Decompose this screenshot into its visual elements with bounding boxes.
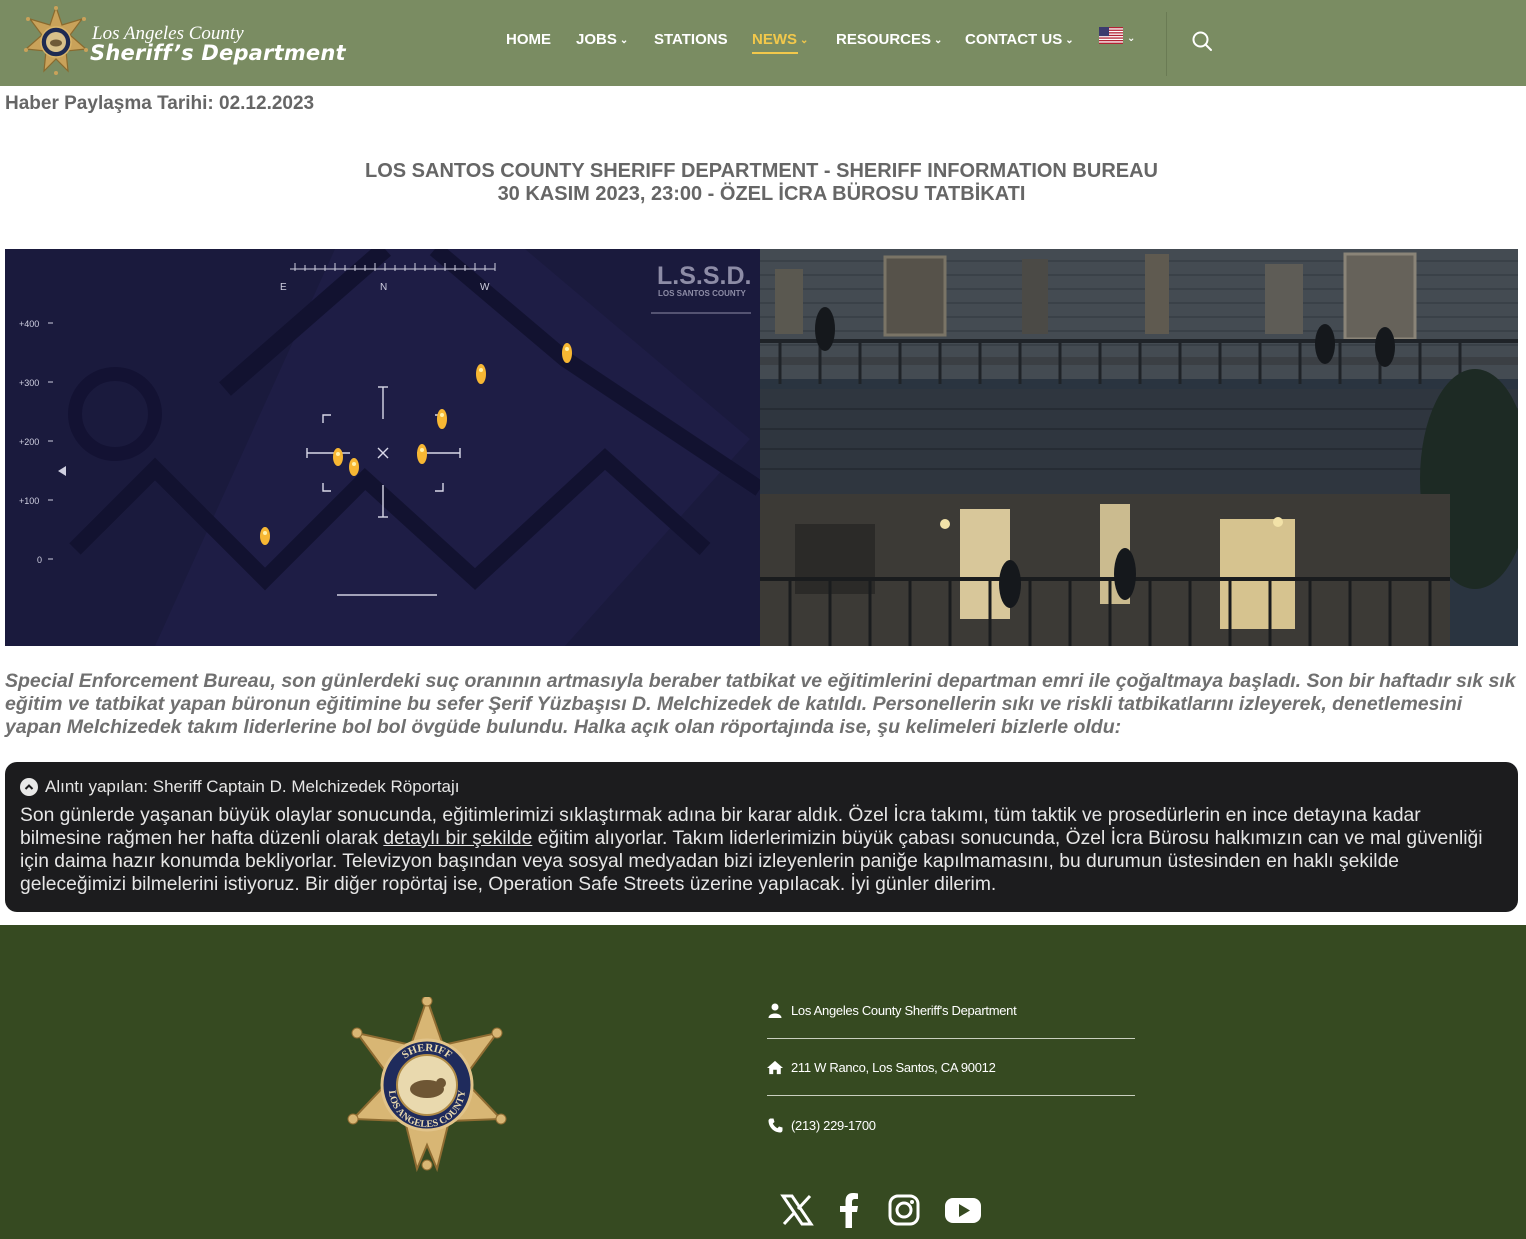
facebook-icon[interactable]: [836, 1192, 862, 1228]
nav-news[interactable]: NEWS ⌄: [752, 31, 809, 54]
nav-news-label: NEWS: [752, 31, 797, 48]
phone-icon: [767, 1117, 783, 1133]
site-header: Los Angeles County Sheriff’s Department …: [0, 0, 1526, 86]
quote-link[interactable]: detaylı bir şekilde: [383, 828, 532, 849]
site-logo[interactable]: Los Angeles County Sheriff’s Department: [22, 5, 382, 79]
chevron-down-icon[interactable]: ⌄: [1127, 33, 1135, 44]
nav-jobs-label: JOBS: [576, 31, 617, 48]
footer-phone[interactable]: (213) 229-1700: [791, 1118, 876, 1133]
footer-address: 211 W Ranco, Los Santos, CA 90012: [791, 1059, 996, 1075]
house-scene-image: [760, 249, 1518, 646]
chevron-up-icon[interactable]: [20, 778, 38, 796]
footer-phone-row: (213) 229-1700: [767, 1113, 1135, 1137]
nav-home[interactable]: HOME: [506, 31, 551, 48]
footer-name-row: Los Angeles County Sheriff's Department: [767, 998, 1135, 1022]
compass-n: N: [380, 282, 387, 293]
chevron-down-icon: ⌄: [800, 35, 809, 46]
watermark-title: L.S.S.D.: [657, 262, 751, 290]
quote-header[interactable]: Alıntı yapılan: Sheriff Captain D. Melch…: [20, 776, 1503, 798]
header-divider: [1166, 12, 1167, 76]
scale-300: +300: [19, 378, 39, 388]
article-title: LOS SANTOS COUNTY SHERIFF DEPARTMENT - S…: [0, 160, 1523, 206]
home-icon: [767, 1059, 783, 1075]
nav-jobs[interactable]: JOBS ⌄: [576, 31, 628, 48]
footer-divider: [767, 1095, 1135, 1096]
scale-100: +100: [19, 496, 39, 506]
quote-body: Son günlerde yaşanan büyük olaylar sonuc…: [20, 804, 1503, 896]
thermal-scene: E N W L.S.S.D. LOS SANTOS COUNTY +400 +3…: [5, 249, 765, 646]
hero-image: E N W L.S.S.D. LOS SANTOS COUNTY +400 +3…: [5, 249, 1518, 646]
nav-resources[interactable]: RESOURCES ⌄: [836, 31, 942, 48]
share-date: Haber Paylaşma Tarihi: 02.12.2023: [5, 93, 315, 114]
x-icon[interactable]: [780, 1192, 814, 1228]
chevron-down-icon: ⌄: [934, 35, 943, 46]
nav-contact-us[interactable]: CONTACT US ⌄: [965, 31, 1074, 48]
nav-home-label: HOME: [506, 31, 551, 48]
sheriff-badge-icon: [24, 5, 88, 75]
article-title-line2: 30 KASIM 2023, 23:00 - ÖZEL İCRA BÜROSU …: [497, 183, 1026, 205]
search-icon[interactable]: [1190, 29, 1214, 53]
quote-box: Alıntı yapılan: Sheriff Captain D. Melch…: [5, 762, 1518, 912]
logo-department-text: Sheriff’s Department: [90, 41, 346, 65]
house-scene: [760, 249, 1518, 646]
nav-resources-label: RESOURCES: [836, 31, 932, 48]
instagram-icon[interactable]: [887, 1192, 921, 1228]
nav-stations-label: STATIONS: [654, 31, 728, 48]
nav-stations[interactable]: STATIONS: [654, 31, 728, 48]
sheriff-star-badge-icon: SHERIFF LOS ANGELES COUNTY: [347, 997, 507, 1173]
scale-0: 0: [37, 555, 42, 565]
scale-200: +200: [19, 437, 39, 447]
site-footer: SHERIFF LOS ANGELES COUNTY Los Angeles C…: [0, 925, 1526, 1239]
watermark-subtitle: LOS SANTOS COUNTY: [658, 289, 747, 298]
user-icon: [767, 1002, 783, 1018]
youtube-icon[interactable]: [944, 1192, 982, 1228]
chevron-down-icon: ⌄: [1065, 35, 1074, 46]
compass-e: E: [280, 282, 287, 293]
chevron-down-icon: ⌄: [619, 35, 629, 46]
scale-400: +400: [19, 319, 39, 329]
thermal-camera-image: E N W L.S.S.D. LOS SANTOS COUNTY +400 +3…: [5, 249, 765, 646]
article-title-line1: LOS SANTOS COUNTY SHERIFF DEPARTMENT - S…: [365, 160, 1158, 182]
footer-address-row: 211 W Ranco, Los Santos, CA 90012: [767, 1055, 1135, 1079]
us-flag-icon[interactable]: [1099, 27, 1123, 44]
active-underline: [752, 52, 798, 54]
nav-contact-label: CONTACT US: [965, 31, 1063, 48]
article-intro: Special Enforcement Bureau, son günlerde…: [5, 670, 1516, 738]
quote-title: Alıntı yapılan: Sheriff Captain D. Melch…: [45, 777, 460, 796]
footer-divider: [767, 1038, 1135, 1039]
footer-department-name: Los Angeles County Sheriff's Department: [791, 1002, 1017, 1018]
compass-w: W: [480, 282, 490, 293]
